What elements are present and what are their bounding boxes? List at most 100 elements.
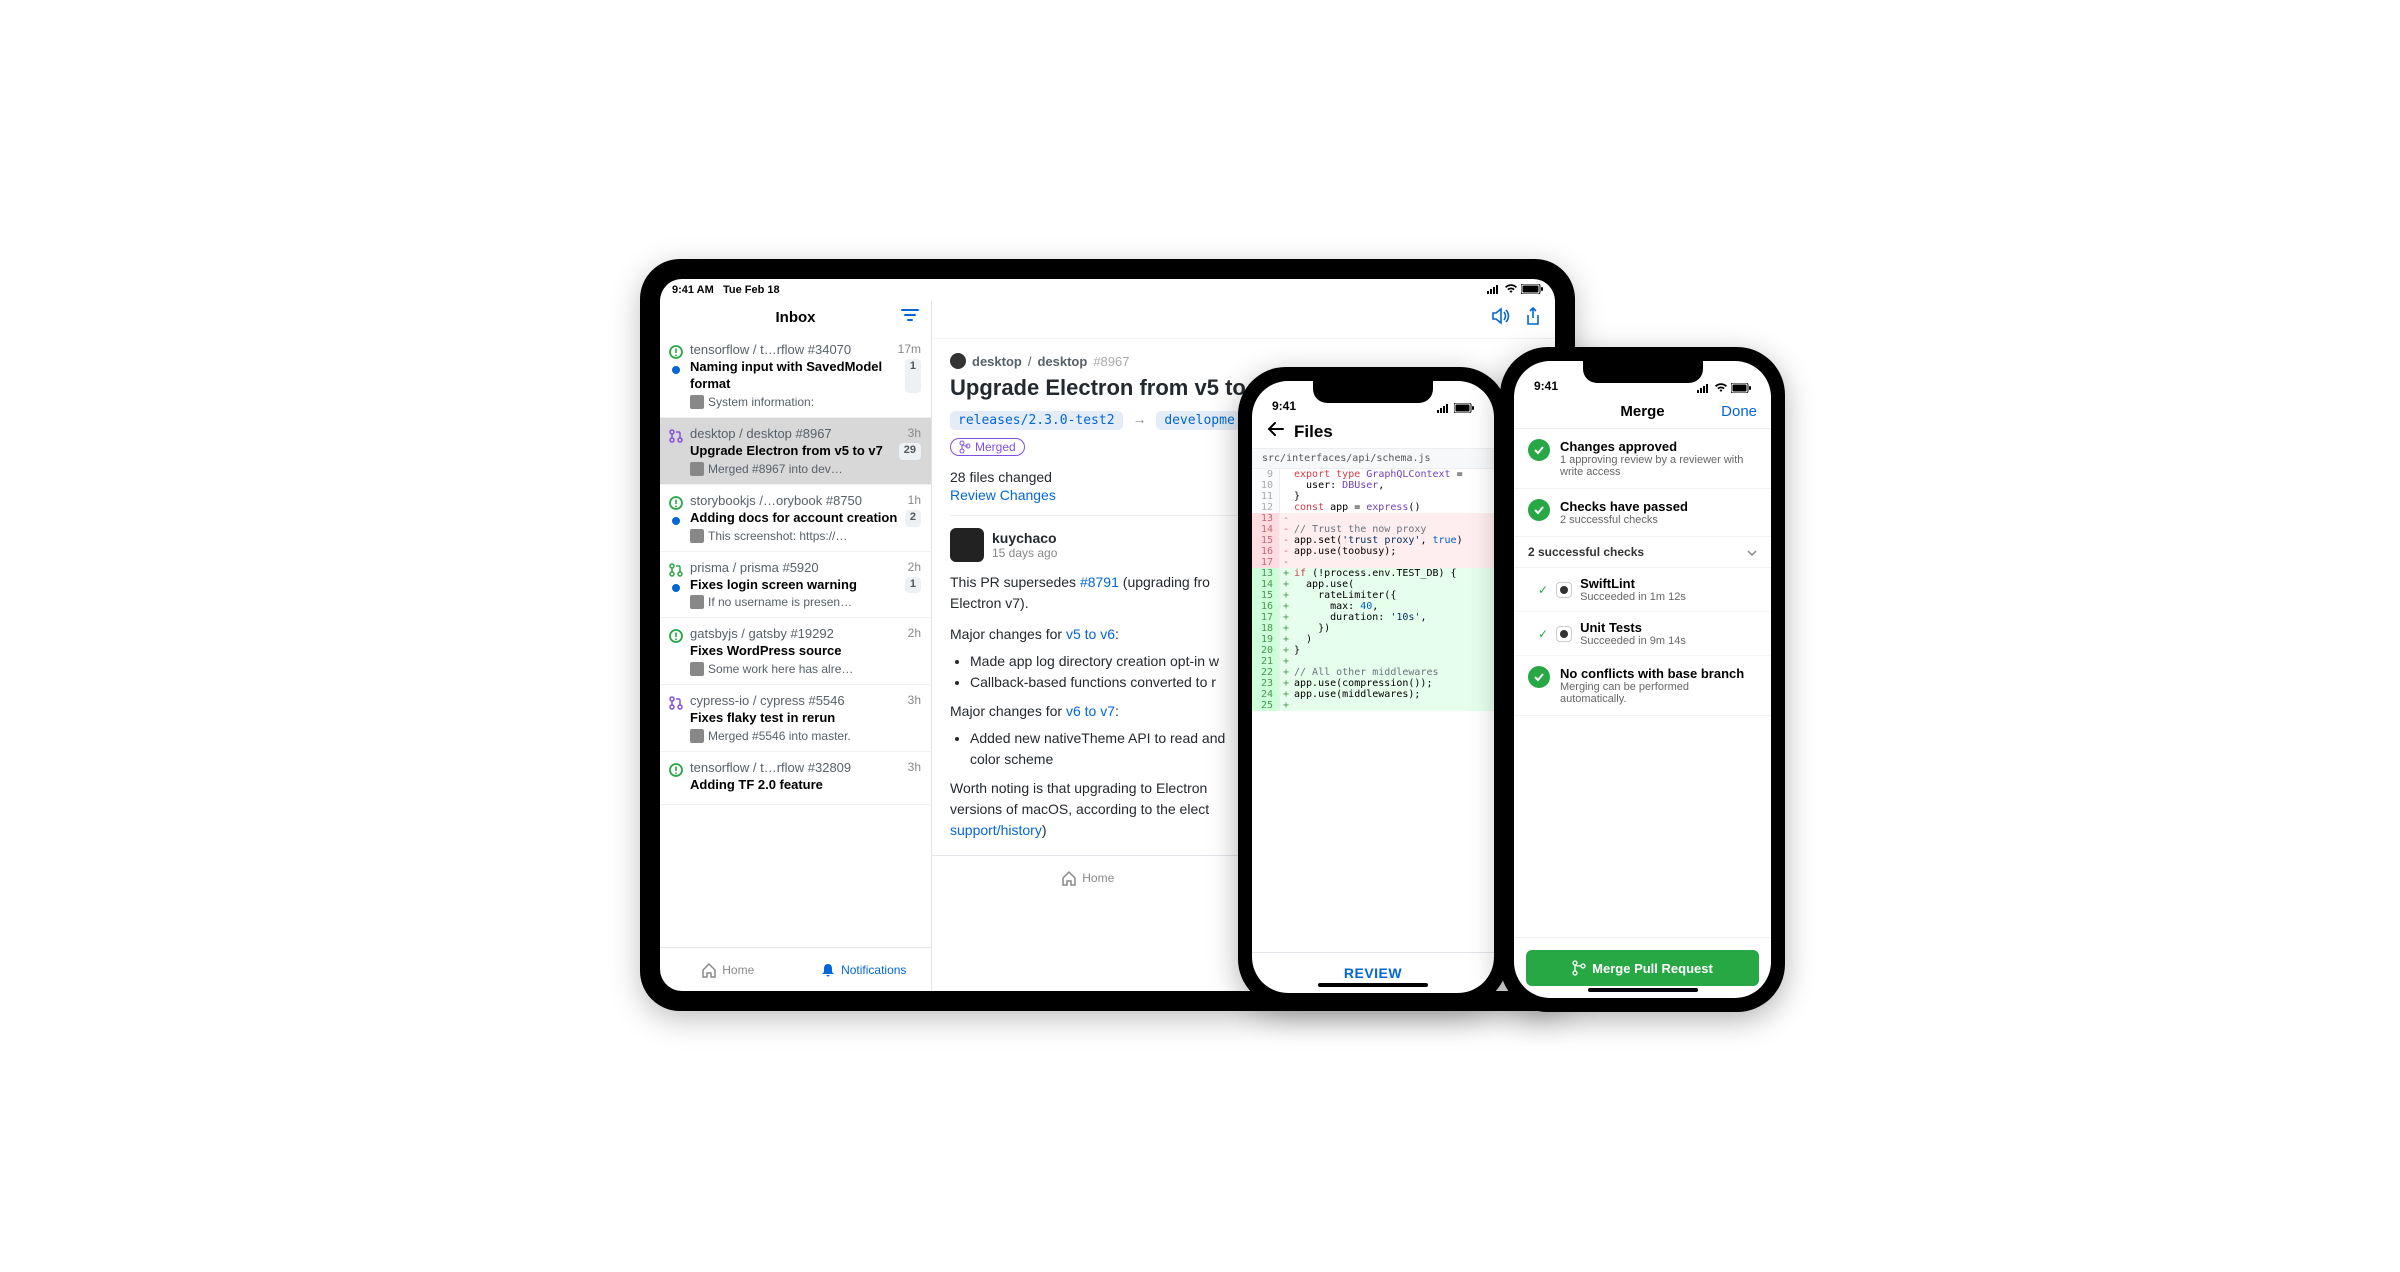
- inbox-list[interactable]: tensorflow / t…rflow #3407017m Naming in…: [660, 334, 931, 947]
- line-number: 13: [1252, 568, 1280, 579]
- bell-icon: [820, 962, 836, 978]
- diff-marker: +: [1280, 612, 1292, 623]
- diff-marker: +: [1280, 634, 1292, 645]
- ipad-status-bar: 9:41 AM Tue Feb 18: [660, 279, 1555, 301]
- files-title: Files: [1294, 422, 1333, 442]
- code-line: 14-// Trust the now proxy: [1252, 524, 1494, 535]
- diff-marker: -: [1280, 513, 1292, 524]
- check-item[interactable]: ✓ Unit TestsSucceeded in 9m 14s: [1514, 612, 1771, 656]
- back-button[interactable]: [1266, 421, 1284, 442]
- wifi-icon: [1714, 383, 1728, 393]
- merge-body: Changes approved1 approving review by a …: [1514, 429, 1771, 937]
- signal-icon: [1697, 383, 1711, 393]
- status-icons: [1437, 403, 1474, 413]
- inbox-item[interactable]: gatsbyjs / gatsby #192922h Fixes WordPre…: [660, 618, 931, 685]
- avatar-icon: [690, 662, 704, 676]
- speaker-button[interactable]: [1491, 307, 1511, 332]
- back-arrow-icon: [1266, 421, 1284, 437]
- code-line: 13-: [1252, 513, 1494, 524]
- code-text: app.set('trust proxy', true): [1292, 535, 1463, 546]
- tab-home[interactable]: Home: [660, 948, 796, 991]
- merge-pr-button[interactable]: Merge Pull Request: [1526, 950, 1759, 986]
- filter-button[interactable]: [901, 308, 919, 327]
- issue-open-icon: [668, 628, 684, 644]
- file-path: src/interfaces/api/schema.js: [1252, 448, 1494, 469]
- notch: [1313, 381, 1433, 403]
- battery-icon: [1731, 383, 1751, 393]
- merge-button-label: Merge Pull Request: [1592, 961, 1713, 976]
- code-line: 11 }: [1252, 491, 1494, 502]
- merge-row-title: Checks have passed: [1560, 499, 1688, 514]
- avatar-icon: [690, 729, 704, 743]
- check-name: Unit Tests: [1580, 620, 1686, 635]
- line-number: 23: [1252, 678, 1280, 689]
- code-text: [1292, 656, 1294, 667]
- line-number: 9: [1252, 469, 1280, 480]
- share-button[interactable]: [1525, 307, 1541, 332]
- item-title: Fixes flaky test in rerun: [690, 710, 835, 727]
- line-number: 11: [1252, 491, 1280, 502]
- merge-title: Merge: [1620, 403, 1664, 420]
- check-item[interactable]: ✓ SwiftLintSucceeded in 1m 12s: [1514, 568, 1771, 612]
- phone-merge-screen: 9:41 Merge Done Changes approved1 approv…: [1514, 361, 1771, 998]
- item-badge: 2: [905, 510, 921, 527]
- inbox-item[interactable]: cypress-io / cypress #55463h Fixes flaky…: [660, 685, 931, 752]
- item-title: Naming input with SavedModel format: [690, 359, 899, 393]
- breadcrumb-number: #8967: [1093, 354, 1129, 369]
- speaker-icon: [1491, 307, 1511, 325]
- checks-section-header[interactable]: 2 successful checks: [1514, 537, 1771, 568]
- item-time: 3h: [908, 426, 921, 441]
- item-sub: This screenshot: https://…: [708, 529, 847, 543]
- code-line: 22+// All other middlewares: [1252, 667, 1494, 678]
- arrow-icon: →: [1132, 411, 1146, 427]
- status-time: 9:41: [1272, 399, 1296, 413]
- item-repo: desktop / desktop #8967: [690, 426, 832, 441]
- item-badge: 1: [905, 359, 921, 393]
- diff-marker: -: [1280, 546, 1292, 557]
- inbox-item[interactable]: tensorflow / t…rflow #3407017m Naming in…: [660, 334, 931, 418]
- code-text: app.use(middlewares);: [1292, 689, 1420, 700]
- code-text: [1292, 700, 1294, 711]
- line-number: 25: [1252, 700, 1280, 711]
- wifi-icon: [1504, 284, 1518, 297]
- inbox-item[interactable]: desktop / desktop #89673h Upgrade Electr…: [660, 418, 931, 485]
- code-line: 14+ app.use(: [1252, 579, 1494, 590]
- conflicts-sub: Merging can be performed automatically.: [1560, 681, 1757, 705]
- issue-link[interactable]: #8791: [1080, 574, 1119, 590]
- item-time: 2h: [908, 560, 921, 575]
- author-name: kuychaco: [992, 530, 1057, 546]
- line-number: 13: [1252, 513, 1280, 524]
- line-number: 20: [1252, 645, 1280, 656]
- code-text: export type GraphQLContext =: [1292, 469, 1463, 480]
- inbox-item[interactable]: prisma / prisma #59202h Fixes login scre…: [660, 552, 931, 619]
- target-branch: developme: [1156, 411, 1242, 430]
- ci-provider-icon: [1556, 582, 1572, 598]
- code-line: 17+ duration: '10s',: [1252, 612, 1494, 623]
- line-number: 15: [1252, 535, 1280, 546]
- item-repo: gatsbyjs / gatsby #19292: [690, 626, 834, 641]
- tab-home-detail[interactable]: Home: [932, 856, 1244, 899]
- diff-marker: -: [1280, 524, 1292, 535]
- item-time: 1h: [908, 493, 921, 508]
- inbox-item[interactable]: tensorflow / t…rflow #328093h Adding TF …: [660, 752, 931, 805]
- code-text: ): [1292, 634, 1312, 645]
- tab-notifications[interactable]: Notifications: [796, 948, 932, 991]
- home-icon: [701, 962, 717, 978]
- code-line: 13+if (!process.env.TEST_DB) {: [1252, 568, 1494, 579]
- line-number: 18: [1252, 623, 1280, 634]
- item-sub: System information:: [708, 395, 814, 409]
- ci-provider-icon: [1556, 626, 1572, 642]
- code-line: 18+ }): [1252, 623, 1494, 634]
- diff-marker: +: [1280, 656, 1292, 667]
- done-button[interactable]: Done: [1721, 403, 1757, 420]
- merged-label: Merged: [975, 440, 1016, 454]
- status-time: 9:41: [1534, 379, 1558, 393]
- merge-header: Merge Done: [1514, 395, 1771, 429]
- line-number: 14: [1252, 524, 1280, 535]
- code-diff[interactable]: 9 export type GraphQLContext =10 user: D…: [1252, 469, 1494, 952]
- inbox-item[interactable]: storybookjs /…orybook #87501h Adding doc…: [660, 485, 931, 552]
- pr-merged-icon: [668, 428, 684, 444]
- item-repo: storybookjs /…orybook #8750: [690, 493, 862, 508]
- code-line: 16-app.use(toobusy);: [1252, 546, 1494, 557]
- item-sub: Some work here has alre…: [708, 662, 853, 676]
